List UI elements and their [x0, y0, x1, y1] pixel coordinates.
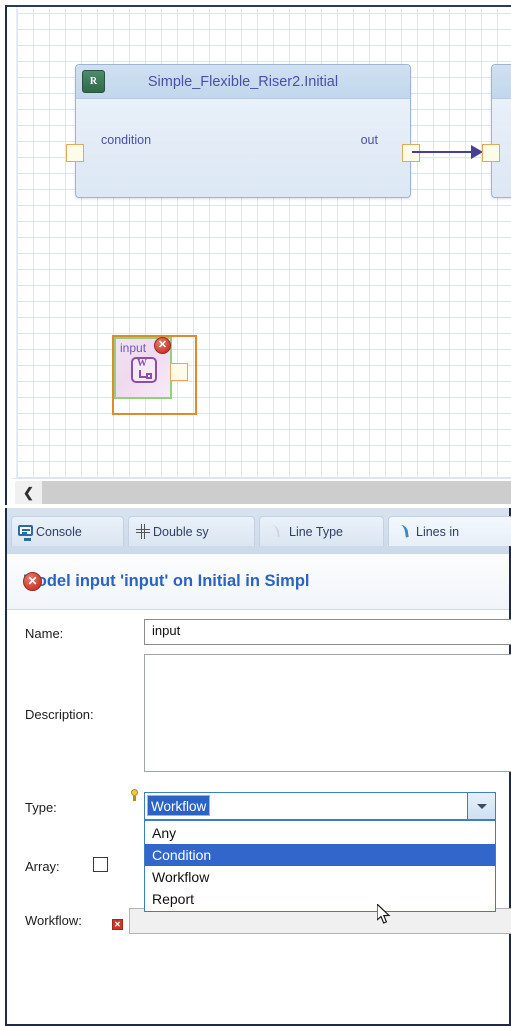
diagram-node-next[interactable] [482, 64, 511, 198]
diagram-node-initial[interactable]: R Simple_Flexible_Riser2.Initial conditi… [66, 64, 420, 198]
dropdown-option-any[interactable]: Any [145, 822, 495, 844]
name-input[interactable]: input [144, 619, 511, 645]
panel-form: Name: input Description: Type: Workflow … [7, 610, 511, 1024]
dropdown-option-workflow[interactable]: Workflow [145, 866, 495, 888]
panel-error-icon: ✕ [23, 572, 42, 591]
dropdown-option-condition[interactable]: Condition [145, 844, 495, 866]
selected-input-node[interactable]: input W ✕ [112, 335, 197, 415]
array-checkbox[interactable] [93, 857, 108, 872]
name-label: Name: [25, 626, 64, 641]
node-title-bar[interactable]: R Simple_Flexible_Riser2.Initial [76, 65, 410, 99]
tab-double-symmetry-label: Double sy [153, 524, 209, 539]
hint-bulb-icon [129, 788, 140, 802]
input-node-port[interactable] [170, 363, 188, 381]
port-out[interactable] [402, 144, 420, 162]
workflow-icon-letter: W [137, 358, 147, 369]
port-next-in[interactable] [482, 144, 500, 162]
dropdown-option-report[interactable]: Report [145, 888, 495, 910]
scroll-thumb[interactable] [42, 481, 511, 504]
scroll-track[interactable] [42, 481, 511, 504]
node-title: Simple_Flexible_Riser2.Initial [147, 74, 339, 90]
tab-line-type[interactable]: Line Type [259, 516, 384, 546]
type-combobox-value[interactable]: Workflow [147, 795, 211, 816]
port-condition-in[interactable] [66, 144, 84, 162]
scroll-left-button[interactable]: ❮ [15, 481, 42, 504]
node-body: condition out [76, 99, 410, 197]
tab-console-label: Console [36, 524, 82, 539]
workflow-icon-lbox [146, 373, 152, 379]
tab-lines-in[interactable]: Lines in [388, 516, 511, 546]
tab-line-type-label: Line Type [289, 524, 343, 539]
workflow-glyph-icon: W [131, 357, 157, 383]
output-port-label: out [360, 133, 378, 147]
application-window: R Simple_Flexible_Riser2.Initial conditi… [0, 0, 511, 1026]
tab-console[interactable]: Console [11, 516, 124, 546]
curve-gray-icon [265, 523, 283, 541]
chevron-down-icon [476, 803, 487, 809]
mouse-cursor [377, 904, 391, 924]
canvas-left-gutter [9, 7, 17, 505]
description-textarea[interactable] [144, 654, 511, 772]
input-node-error-icon: ✕ [154, 337, 171, 354]
crosshair-icon [134, 523, 152, 541]
type-dropdown-list[interactable]: Any Condition Workflow Report [144, 820, 496, 912]
connector-line[interactable] [412, 151, 476, 153]
type-label: Type: [25, 800, 57, 815]
array-label: Array: [25, 859, 60, 874]
tab-lines-in-label: Lines in [416, 524, 460, 539]
canvas-horizontal-scrollbar[interactable]: ❮ [12, 478, 511, 505]
diagram-canvas[interactable]: R Simple_Flexible_Riser2.Initial conditi… [5, 5, 511, 505]
workflow-error-icon: ✕ [112, 919, 123, 930]
panel-header: ✕ Model input 'input' on Initial in Simp… [7, 554, 509, 610]
input-node-label: input [120, 341, 147, 355]
workflow-label: Workflow: [25, 913, 82, 928]
monitor-icon [17, 523, 35, 541]
type-combobox-toggle[interactable] [467, 793, 495, 819]
description-label: Description: [25, 707, 94, 722]
node-title-bar-next[interactable] [492, 65, 511, 99]
input-node-body[interactable]: input W ✕ [114, 337, 172, 399]
tab-double-symmetry[interactable]: Double sy [128, 516, 255, 546]
curve-blue-icon [394, 523, 412, 541]
panel-title: Model input 'input' on Initial in Simpl [23, 572, 310, 590]
bottom-tab-strip: Console Double sy Line Type Lines in [5, 508, 511, 554]
input-port-label: condition [101, 133, 152, 147]
properties-panel: ✕ Model input 'input' on Initial in Simp… [5, 554, 511, 1026]
type-combobox[interactable]: Workflow [144, 792, 496, 820]
